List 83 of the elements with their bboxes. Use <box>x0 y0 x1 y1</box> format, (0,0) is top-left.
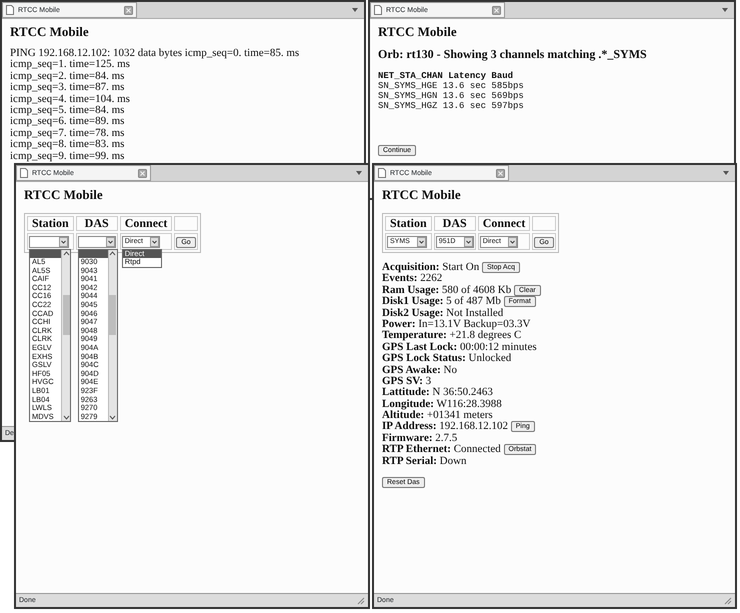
field-value: +21.8 degrees C <box>450 329 522 342</box>
page-icon <box>20 168 28 178</box>
field-value: 2262 <box>420 272 442 284</box>
field-value: Unlocked <box>468 352 512 364</box>
field-label: RTP Serial: <box>382 454 437 467</box>
scroll-up-icon[interactable] <box>109 250 116 256</box>
column-header: DAS <box>434 216 476 231</box>
field-value: 00:00:12 minutes <box>460 340 537 353</box>
field-value: Down <box>440 454 467 467</box>
ping-output-line: icmp_seq=3. time=87. ms <box>10 82 126 94</box>
page-title: RTCC Mobile <box>24 188 104 201</box>
field-label: Events: <box>382 272 418 284</box>
tab-list-caret-icon[interactable] <box>356 171 362 175</box>
close-icon[interactable] <box>138 168 147 178</box>
channel-row-text: SN_SYMS_HGN 13.6 sec 569bps <box>378 91 525 101</box>
table-header: NET_STA_CHAN Latency Baud <box>378 71 514 81</box>
ping-output-line: icmp_seq=4. time=104. ms <box>10 94 131 106</box>
field-value: Not Installed <box>446 306 504 319</box>
column-header: Connect <box>120 216 172 231</box>
page-title: RTCC Mobile <box>378 25 458 38</box>
page-title: RTCC Mobile <box>382 188 462 201</box>
scroll-down-icon[interactable] <box>62 415 70 422</box>
field-value: W116:28.3988 <box>436 398 502 410</box>
ping-output-line: icmp_seq=5. time=84. ms <box>10 105 126 116</box>
field-label: Power: <box>382 318 416 330</box>
field-label: GPS Awake: <box>382 364 441 376</box>
ping-output-line: icmp_seq=2. time=84. ms <box>10 70 126 82</box>
field-label: RTP Ethernet: <box>382 443 451 456</box>
field-label: GPS SV: <box>382 374 423 387</box>
scrollbar[interactable] <box>61 250 70 422</box>
column-header: Connect <box>478 216 530 231</box>
field-value: No <box>444 364 457 376</box>
field-value: 580 of 4608 Kb <box>442 284 512 296</box>
close-icon[interactable] <box>492 6 501 14</box>
dropdown-option[interactable] <box>30 250 61 258</box>
field-label: Acquisition: <box>382 261 440 273</box>
column-header: Station <box>27 216 74 231</box>
column-header: DAS <box>76 216 118 231</box>
channel-row-text: SN_SYMS_HGZ 13.6 sec 597bps <box>378 101 525 111</box>
ping-output-line: PING 192.168.12.102: 1032 data bytes icmp_seq=0. time=85. ms <box>10 48 300 60</box>
field-label: Longitude: <box>382 398 434 410</box>
field-value: N 36:50.2463 <box>432 386 493 398</box>
field-label: Firmware: <box>382 432 432 444</box>
field-label: GPS Lock Status: <box>382 352 466 364</box>
field-value: Start On <box>442 261 480 273</box>
field-label: Altitude: <box>382 409 424 422</box>
page-icon <box>374 5 382 15</box>
field-value: +01341 meters <box>426 409 493 422</box>
close-icon[interactable] <box>496 168 505 178</box>
field-value: Connected <box>454 443 501 456</box>
field-label: GPS Last Lock: <box>382 340 458 353</box>
ping-output-line: icmp_seq=6. time=89. ms <box>10 116 126 128</box>
ping-output-line: icmp_seq=9. time=99. ms <box>10 150 126 162</box>
field-label: Disk1 Usage: <box>382 295 444 308</box>
tab-list-caret-icon[interactable] <box>352 8 358 12</box>
field-label: Lattitude: <box>382 386 430 398</box>
scrollbar[interactable] <box>108 250 117 422</box>
field-value: 5 of 487 Mb <box>446 295 501 308</box>
close-icon[interactable] <box>124 6 133 14</box>
ping-output-line: icmp_seq=7. time=78. ms <box>10 128 126 140</box>
channels-heading: Orb: rt130 - Showing 3 channels matching .*_SYMS <box>378 48 648 61</box>
column-header: Station <box>385 216 432 231</box>
field-value: 192.168.12.102 <box>439 420 508 432</box>
page-title: RTCC Mobile <box>10 25 90 38</box>
ping-output-line: icmp_seq=1. time=125. ms <box>10 59 131 71</box>
scroll-down-icon[interactable] <box>109 415 116 422</box>
resize-grip-icon[interactable] <box>724 596 732 604</box>
field-value: In=13.1V Backup=03.3V <box>418 318 530 330</box>
field-label: Ram Usage: <box>382 284 440 296</box>
field-value: 3 <box>426 374 432 387</box>
ping-output-line: icmp_seq=8. time=83. ms <box>10 139 126 151</box>
field-value: 2.7.5 <box>435 432 458 444</box>
page-icon <box>378 168 386 178</box>
scroll-up-icon[interactable] <box>62 250 70 256</box>
field-label: IP Address: <box>382 420 437 432</box>
field-label: Disk2 Usage: <box>382 306 444 319</box>
field-label: Temperature: <box>382 329 447 342</box>
dropdown-option[interactable] <box>78 250 108 258</box>
channel-row-text: SN_SYMS_HGE 13.6 sec 585bps <box>378 81 525 91</box>
page-icon <box>6 5 14 15</box>
tab-list-caret-icon[interactable] <box>723 171 729 175</box>
tab-list-caret-icon[interactable] <box>722 8 728 12</box>
resize-grip-icon[interactable] <box>357 596 365 604</box>
